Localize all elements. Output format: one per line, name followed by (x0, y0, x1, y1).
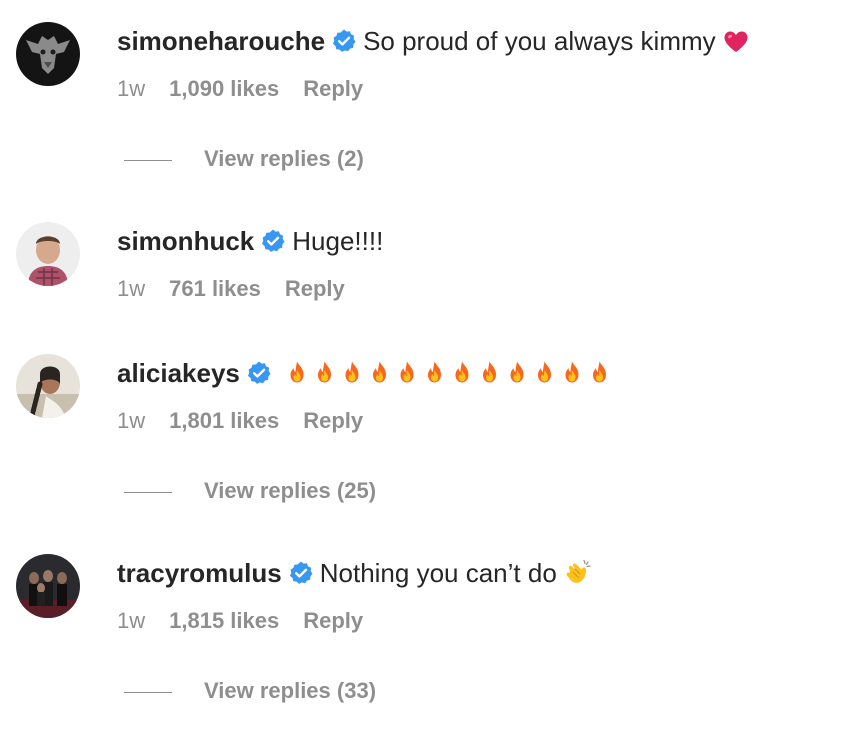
likes-count[interactable]: 761 likes (169, 276, 261, 301)
verified-badge-icon (261, 228, 286, 254)
likes-count[interactable]: 1,801 likes (169, 408, 279, 433)
view-replies-label: View replies (33) (204, 678, 377, 703)
verified-badge-icon (246, 360, 272, 386)
view-replies-label: View replies (2) (204, 146, 364, 171)
reply-button[interactable]: Reply (303, 408, 363, 433)
replies-divider (124, 691, 172, 693)
comment-body: simoneharouche So proud of you always kim… (117, 24, 749, 62)
comment-timestamp: 1w (117, 408, 146, 433)
fire-icon (285, 360, 617, 394)
comment-timestamp: 1w (117, 608, 146, 633)
comment-text: Huge!!!! (292, 226, 384, 256)
username-link[interactable]: aliciakeys (117, 358, 240, 388)
reply-button[interactable]: Reply (303, 76, 363, 101)
avatar[interactable] (16, 554, 80, 618)
replies-divider (124, 159, 172, 161)
comment-meta: 1w 1,090 likes Reply (117, 74, 363, 104)
clapping-hands-icon (564, 558, 592, 594)
view-replies-button[interactable]: View replies (33) (124, 676, 376, 706)
username-link[interactable]: simonhuck (117, 226, 254, 256)
comment-text: Nothing you can’t do (319, 558, 557, 588)
reply-button[interactable]: Reply (285, 276, 345, 301)
comment-meta: 1w 1,815 likes Reply (117, 606, 363, 636)
comment-body: aliciakeys (117, 356, 617, 394)
comment-body: tracyromulus Nothing you can’t do (117, 556, 592, 594)
comment-meta: 1w 761 likes Reply (117, 274, 345, 304)
verified-badge-icon (331, 28, 357, 54)
avatar[interactable] (16, 22, 80, 86)
username-link[interactable]: simoneharouche (117, 26, 325, 56)
comment-timestamp: 1w (117, 276, 146, 301)
reply-button[interactable]: Reply (303, 608, 363, 633)
replies-divider (124, 491, 172, 493)
comment-meta: 1w 1,801 likes Reply (117, 406, 363, 436)
view-replies-button[interactable]: View replies (25) (124, 476, 376, 506)
red-heart-icon (723, 28, 749, 62)
view-replies-button[interactable]: View replies (2) (124, 144, 364, 174)
comment-body: simonhuck Huge!!!! (117, 224, 383, 258)
verified-badge-icon (288, 560, 314, 586)
comment-text: So proud of you always kimmy (363, 26, 716, 56)
username-link[interactable]: tracyromulus (117, 558, 282, 588)
likes-count[interactable]: 1,815 likes (169, 608, 279, 633)
comment-timestamp: 1w (117, 76, 146, 101)
view-replies-label: View replies (25) (204, 478, 377, 503)
likes-count[interactable]: 1,090 likes (169, 76, 279, 101)
avatar[interactable] (16, 354, 80, 418)
avatar[interactable] (16, 222, 80, 286)
